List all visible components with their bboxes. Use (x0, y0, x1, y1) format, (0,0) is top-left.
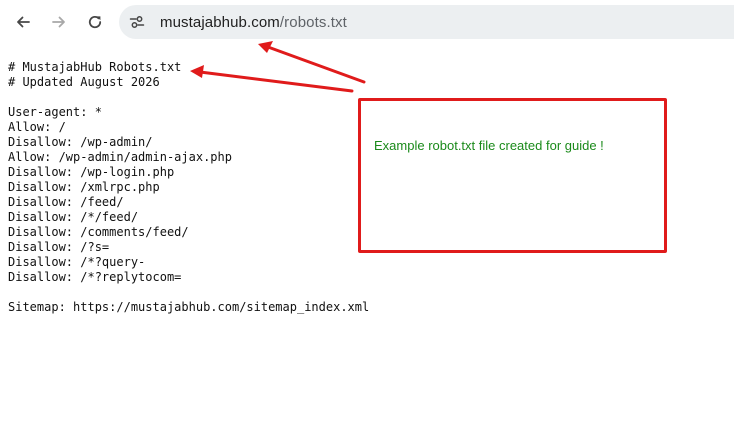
annotation-box: Example robot.txt file created for guide… (358, 98, 667, 253)
text-line: Allow: /wp-admin/admin-ajax.php (8, 150, 232, 164)
url-text: mustajabhub.com/robots.txt (160, 14, 347, 31)
back-button[interactable] (9, 8, 37, 36)
browser-toolbar: mustajabhub.com/robots.txt (0, 0, 734, 44)
site-info-button[interactable] (124, 9, 150, 35)
text-line (8, 90, 369, 105)
text-line: Disallow: /feed/ (8, 195, 124, 209)
text-line (8, 285, 369, 300)
text-line: Disallow: /wp-admin/ (8, 135, 153, 149)
text-line: User-agent: * (8, 105, 102, 119)
robots-txt-content: # MustajabHub Robots.txt # Updated August… (8, 60, 369, 315)
reload-button[interactable] (81, 8, 109, 36)
text-line: # Updated August 2026 (8, 75, 160, 89)
arrow-left-icon (17, 16, 30, 28)
text-line: Disallow: /wp-login.php (8, 165, 175, 179)
text-line: Disallow: /xmlrpc.php (8, 180, 160, 194)
forward-button[interactable] (45, 8, 73, 36)
address-bar[interactable]: mustajabhub.com/robots.txt (119, 5, 734, 39)
text-line: Disallow: /comments/feed/ (8, 225, 189, 239)
text-line: Disallow: /*?query- (8, 255, 146, 269)
text-line: Disallow: /?s= (8, 240, 110, 254)
text-line: Sitemap: https://mustajabhub.com/sitemap… (8, 300, 370, 314)
text-line: Disallow: /*/feed/ (8, 210, 139, 224)
text-line: Allow: / (8, 120, 66, 134)
reload-icon (88, 15, 102, 29)
url-path: /robots.txt (279, 13, 347, 31)
text-line: Disallow: /*?replytocom= (8, 270, 182, 284)
annotation-text: Example robot.txt file created for guide… (374, 138, 604, 153)
tune-icon (129, 16, 145, 28)
url-host: mustajabhub.com (160, 13, 280, 31)
arrow-right-icon (52, 16, 65, 28)
text-line: # MustajabHub Robots.txt (8, 60, 182, 74)
